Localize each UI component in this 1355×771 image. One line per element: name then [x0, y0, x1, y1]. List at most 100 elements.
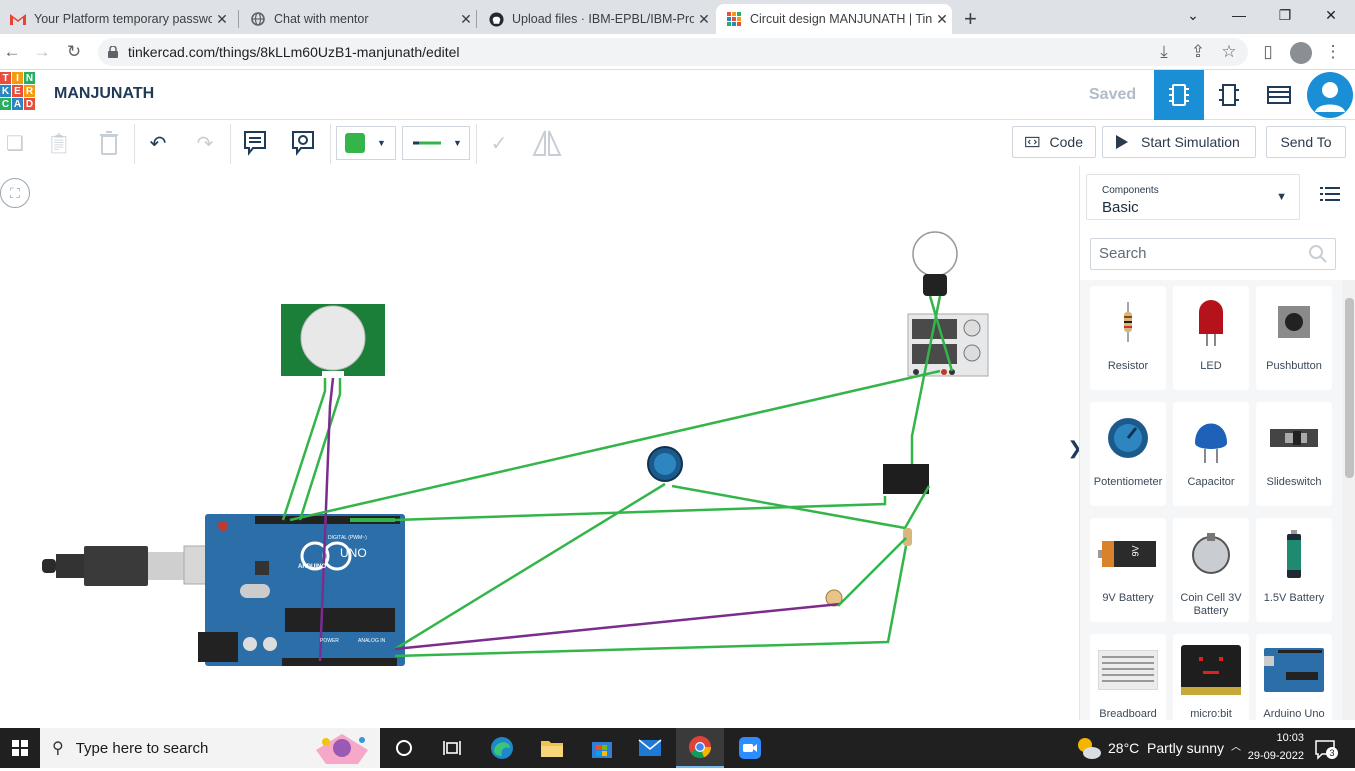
potentiometer[interactable] [647, 446, 683, 482]
components-panel: Components Basic ▼ Resistor LED [1079, 166, 1355, 720]
component-card-microbit[interactable]: micro:bit [1173, 634, 1249, 720]
clock-date[interactable]: 29-09-2022 [1232, 750, 1304, 762]
project-name[interactable]: MANJUNATH [54, 85, 154, 103]
search-icon[interactable] [1309, 245, 1327, 268]
url-text: tinkercad.com/things/8kLLm60UzB1-manjuna… [128, 44, 460, 60]
component-card-1-5v-battery[interactable]: 1.5V Battery [1256, 518, 1332, 622]
panel-scrollbar-thumb[interactable] [1345, 298, 1354, 478]
components-dropdown[interactable]: Components Basic ▼ [1086, 174, 1300, 220]
relay[interactable] [883, 464, 929, 494]
component-label: Capacitor [1187, 476, 1235, 488]
back-arrow-icon[interactable]: ← [0, 40, 24, 64]
more-menu-icon[interactable]: ⋮ [1321, 40, 1345, 64]
flip-icon[interactable] [532, 128, 562, 158]
user-avatar[interactable] [1305, 70, 1355, 120]
share-icon[interactable]: ⇪ [1186, 40, 1210, 64]
coin-cell-icon [1173, 524, 1249, 584]
schematic-view-button[interactable] [1204, 70, 1254, 120]
list-view-icon[interactable] [1320, 186, 1340, 207]
restore-icon[interactable]: ❐ [1262, 0, 1308, 30]
reload-icon[interactable]: ↻ [62, 40, 86, 64]
save-status: Saved [1089, 86, 1137, 103]
component-search[interactable] [1090, 238, 1336, 270]
close-icon[interactable]: ✕ [694, 11, 714, 28]
install-icon[interactable]: ⤓ [1152, 40, 1176, 64]
tab-github[interactable]: Upload files · IBM-EPBL/IBM-Proj ✕ [478, 4, 714, 34]
send-to-button[interactable]: Send To [1266, 126, 1346, 158]
undo-icon[interactable]: ↶ [143, 128, 173, 158]
component-card-led[interactable]: LED [1173, 286, 1249, 390]
component-label: Resistor [1107, 360, 1149, 372]
close-icon[interactable]: ✕ [932, 11, 952, 28]
profile-avatar[interactable] [1290, 42, 1312, 64]
widgets-icon[interactable] [428, 728, 476, 768]
circuit-view-button[interactable] [1154, 70, 1204, 120]
rotate-icon[interactable]: ✓ [484, 128, 514, 158]
minimize-icon[interactable]: — [1216, 0, 1262, 30]
arduino-digital-label: DIGITAL (PWM~) [328, 535, 367, 541]
wire-color-picker[interactable]: ▼ [336, 126, 396, 160]
component-label: Potentiometer [1093, 476, 1163, 488]
microsoft-store-icon[interactable] [578, 728, 626, 768]
wire-type-picker[interactable]: ▼ [402, 126, 470, 160]
tab-chat-mentor[interactable]: Chat with mentor ✕ [240, 4, 476, 34]
close-icon[interactable]: ✕ [456, 11, 476, 28]
start-simulation-button[interactable]: Start Simulation [1102, 126, 1256, 158]
component-card-9v-battery[interactable]: 9V 9V Battery [1090, 518, 1166, 622]
component-list-button[interactable] [1254, 70, 1304, 120]
windows-start-icon[interactable] [0, 728, 40, 768]
star-icon[interactable]: ☆ [1217, 40, 1241, 64]
pushbutton-icon [1256, 292, 1332, 352]
tab-gmail[interactable]: Your Platform temporary passwo ✕ [0, 4, 232, 34]
copy-icon[interactable]: ❏ [0, 128, 30, 158]
light-bulb[interactable] [912, 231, 958, 296]
clock-time[interactable]: 10:03 [1254, 732, 1304, 744]
list-table-icon [1267, 86, 1291, 104]
pir-motion-sensor[interactable] [281, 304, 385, 379]
component-card-potentiometer[interactable]: Potentiometer [1090, 402, 1166, 506]
component-card-slideswitch[interactable]: Slideswitch [1256, 402, 1332, 506]
component-label: 1.5V Battery [1263, 592, 1325, 604]
component-card-capacitor[interactable]: Capacitor [1173, 402, 1249, 506]
relay-module[interactable] [907, 313, 989, 377]
file-explorer-icon[interactable] [528, 728, 576, 768]
tab-tinkercad-active[interactable]: Circuit design MANJUNATH | Tin ✕ [716, 4, 952, 34]
zoom-icon[interactable] [726, 728, 774, 768]
side-panel-icon[interactable]: ▯ [1256, 40, 1280, 64]
new-tab-icon[interactable]: + [964, 6, 977, 32]
task-view-icon[interactable] [380, 728, 428, 768]
weather-partly-sunny-icon[interactable] [1076, 736, 1102, 765]
chrome-icon[interactable] [676, 728, 724, 768]
redo-icon[interactable]: ↷ [190, 128, 220, 158]
battery-1-5v-icon [1256, 524, 1332, 584]
tab-separator [476, 10, 477, 28]
resistor[interactable] [903, 528, 912, 546]
taskbar-search[interactable]: ⚲ Type here to search [40, 728, 380, 768]
close-window-icon[interactable]: ✕ [1308, 0, 1354, 30]
arduino-power-label: POWER [320, 638, 339, 644]
weather-temperature[interactable]: 28°C [1108, 740, 1139, 756]
mail-icon[interactable] [626, 728, 674, 768]
component-search-input[interactable] [1099, 245, 1299, 262]
delete-icon[interactable] [94, 128, 124, 158]
notifications-icon[interactable]: 3 [1314, 738, 1338, 760]
component-card-breadboard[interactable]: Breadboard [1090, 634, 1166, 720]
code-button[interactable]: Code [1012, 126, 1096, 158]
close-icon[interactable]: ✕ [212, 11, 232, 28]
note-visibility-icon[interactable] [288, 128, 318, 158]
wire-color-swatch [345, 133, 365, 153]
forward-arrow-icon[interactable]: → [30, 40, 54, 64]
url-field[interactable]: tinkercad.com/things/8kLLm60UzB1-manjuna… [98, 38, 1248, 66]
component-card-coin-cell[interactable]: Coin Cell 3V Battery [1173, 518, 1249, 622]
tinkercad-logo[interactable]: T I N K E R C A D [0, 72, 36, 118]
component-card-resistor[interactable]: Resistor [1090, 286, 1166, 390]
circuit-canvas[interactable]: ⛶ UNO ARDUINO DIGITAL (PWM~) POWER ANALO… [0, 166, 1080, 720]
component-card-arduino-uno[interactable]: Arduino Uno [1256, 634, 1332, 720]
notes-icon[interactable] [240, 128, 270, 158]
weather-description[interactable]: Partly sunny [1147, 740, 1224, 756]
tab-search-chevron-icon[interactable]: ⌄ [1170, 0, 1216, 30]
paste-icon[interactable]: 📋︎ [44, 128, 74, 158]
toolbar-separator [230, 124, 231, 164]
component-card-pushbutton[interactable]: Pushbutton [1256, 286, 1332, 390]
edge-icon[interactable] [478, 728, 526, 768]
